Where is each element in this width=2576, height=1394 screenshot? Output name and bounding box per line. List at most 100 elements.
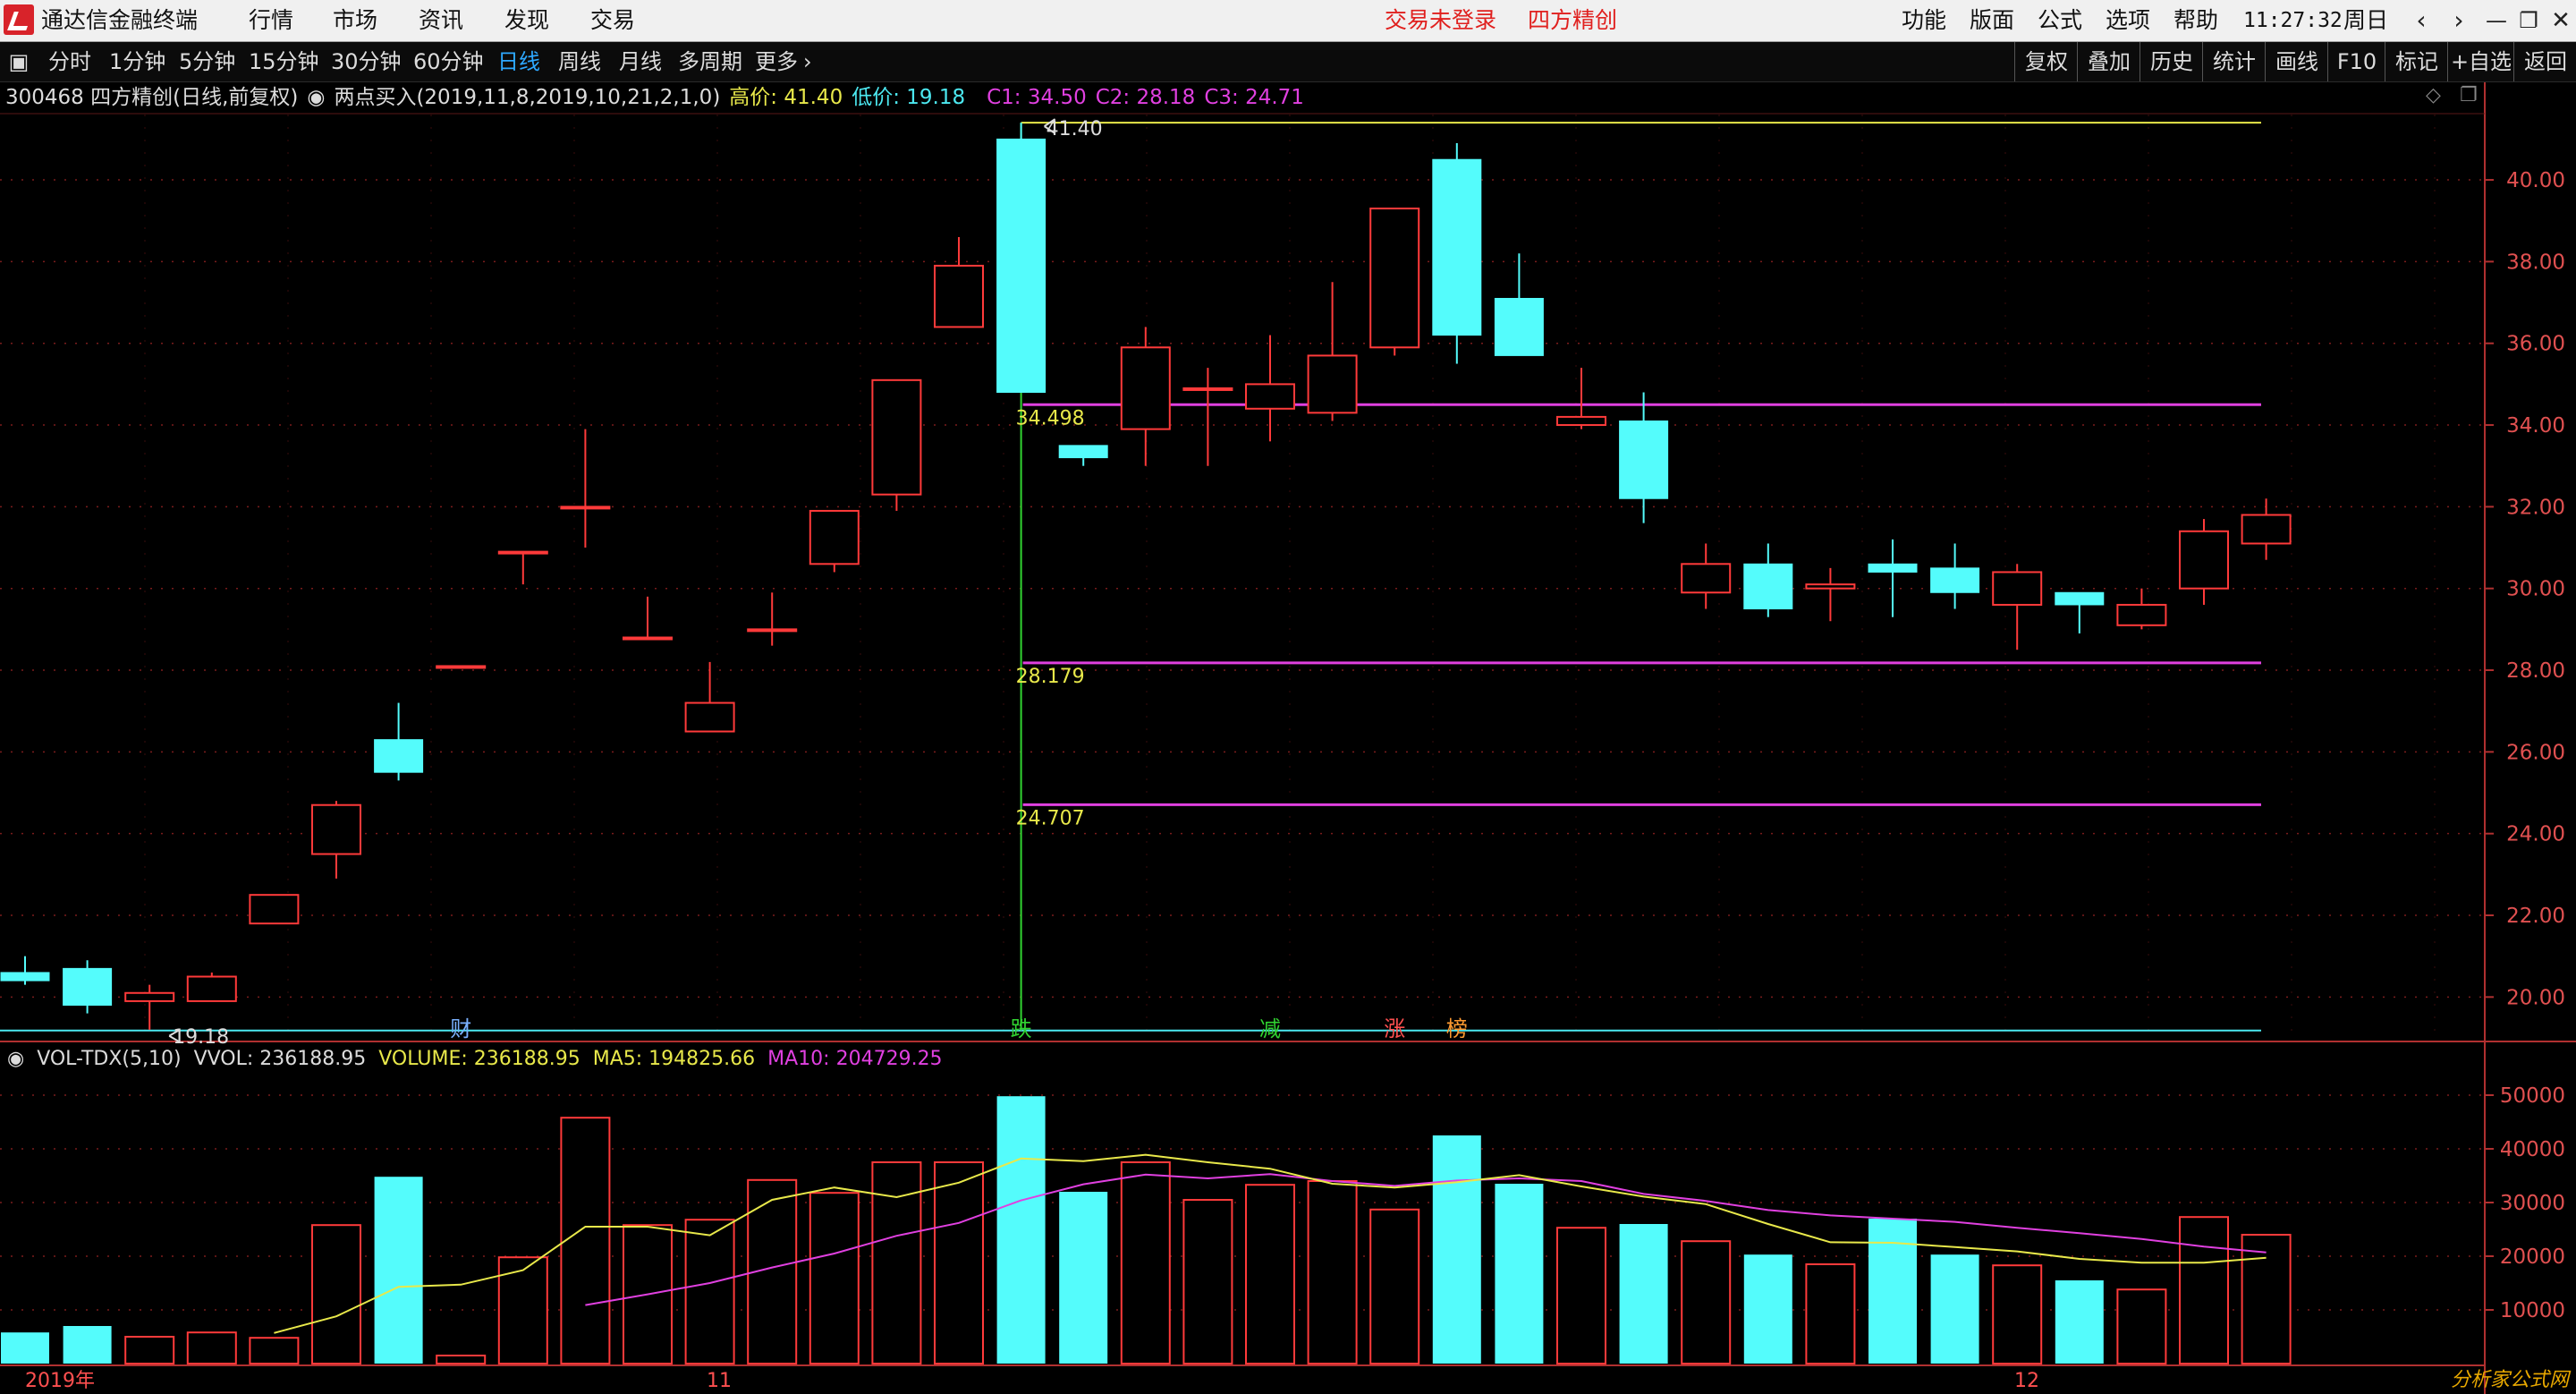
candle: [1058, 445, 1108, 466]
candle: [1307, 282, 1358, 421]
price-tick-label: 36.00: [2506, 333, 2565, 356]
candle-body: [1432, 158, 1482, 336]
candle: [996, 123, 1046, 394]
price-tick-label: 26.00: [2506, 741, 2565, 764]
candle-body: [623, 636, 673, 641]
price-tick-label: 30.00: [2506, 578, 2565, 601]
candle-body: [2241, 514, 2292, 545]
volume-bar: [124, 1336, 175, 1364]
candle-body: [2055, 591, 2105, 606]
candle-body: [436, 665, 487, 669]
candle-body: [1743, 563, 1793, 610]
candle-body: [186, 975, 237, 1002]
volume-bar: [374, 1177, 423, 1364]
level-label-2: 28.179: [1016, 666, 1085, 688]
candle: [1120, 327, 1171, 466]
event-mark-fall[interactable]: 跌: [1011, 1016, 1032, 1041]
candle-body: [1556, 415, 1606, 427]
volume-bar: [2116, 1288, 2167, 1364]
kline-chart[interactable]: 20.00 22.00 24.00 26.00 28.00 30.00 32.00 34.00…: [0, 0, 2576, 1394]
candle-body: [996, 138, 1046, 394]
candle: [1245, 335, 1295, 442]
event-mark-reduce[interactable]: 减: [1259, 1016, 1281, 1041]
candle-body: [560, 506, 611, 510]
candle: [1432, 142, 1482, 364]
volume-bar: [1868, 1219, 1917, 1364]
candle: [186, 972, 237, 1002]
x-label-nov: 11: [707, 1370, 732, 1392]
event-mark-finance[interactable]: 财: [450, 1016, 471, 1041]
volume-bar: [1, 1332, 49, 1364]
volume-bar: [63, 1326, 112, 1364]
volume-bar: [1681, 1240, 1732, 1364]
volume-bar: [1059, 1192, 1108, 1364]
price-tick-label: 40.00: [2506, 169, 2565, 192]
candle: [374, 702, 424, 781]
price-tick-label: 38.00: [2506, 251, 2565, 274]
candle-body: [1992, 571, 2043, 606]
candle-body: [374, 739, 424, 773]
candle: [2055, 591, 2105, 633]
candle-body: [1868, 563, 1918, 573]
candle: [747, 592, 798, 646]
volume-tick-label: 50000: [2500, 1084, 2565, 1108]
x-label-year: 2019年: [25, 1370, 95, 1392]
candle-body: [1058, 445, 1108, 459]
event-mark-list[interactable]: 榜: [1446, 1016, 1468, 1041]
candle: [623, 596, 673, 641]
high-price-marker: 41.40: [1046, 118, 1103, 140]
event-mark-rise[interactable]: 涨: [1384, 1016, 1405, 1041]
candle: [1743, 543, 1793, 617]
volume-bar: [436, 1355, 487, 1364]
candle: [2179, 519, 2229, 605]
volume-bar: [249, 1337, 300, 1364]
candle-body: [311, 803, 361, 855]
volume-bar: [809, 1192, 860, 1364]
candle-body: [809, 509, 860, 565]
candle-body: [1182, 387, 1233, 391]
candle-body: [249, 894, 300, 925]
candle: [560, 429, 611, 548]
volume-bar: [996, 1096, 1046, 1364]
candle-body: [124, 991, 175, 1002]
volume-bar: [1805, 1263, 1856, 1364]
volume-bar: [1182, 1199, 1233, 1364]
candle-body: [1120, 346, 1171, 430]
candle: [934, 236, 984, 328]
volume-bar: [1556, 1227, 1606, 1364]
candle-body: [63, 967, 113, 1006]
candle: [1369, 208, 1420, 356]
volume-bar: [1495, 1184, 1544, 1364]
volume-tick-label: 20000: [2500, 1245, 2565, 1269]
volume-bar: [1432, 1135, 1481, 1364]
volume-bar: [1743, 1254, 1792, 1364]
volume-bar: [2179, 1216, 2229, 1364]
candle-body: [1619, 420, 1669, 499]
candle-body: [1245, 383, 1295, 410]
candle-body: [2179, 530, 2229, 590]
volume-tick-label: 40000: [2500, 1138, 2565, 1161]
price-tick-label: 34.00: [2506, 414, 2565, 438]
candle: [1681, 543, 1732, 609]
volume-tick-label: 30000: [2500, 1192, 2565, 1215]
price-tick-label: 20.00: [2506, 986, 2565, 1009]
candle: [2241, 498, 2292, 560]
volume-bar: [560, 1117, 611, 1364]
price-tick-label: 22.00: [2506, 905, 2565, 928]
low-price-marker: 19.18: [173, 1026, 229, 1049]
candle: [249, 894, 300, 925]
candle-body: [684, 701, 735, 733]
volume-bar: [311, 1224, 361, 1364]
volume-bar: [1930, 1254, 1979, 1364]
candle: [1992, 564, 2043, 650]
volume-bar: [2055, 1280, 2104, 1364]
candle: [1182, 368, 1233, 466]
candle-body: [1307, 354, 1358, 414]
price-tick-label: 28.00: [2506, 659, 2565, 683]
volume-bar: [2241, 1234, 2292, 1364]
volume-bar: [1120, 1161, 1171, 1364]
volume-bar: [684, 1219, 735, 1364]
candle-body: [1494, 297, 1544, 356]
candle: [684, 661, 735, 733]
volume-bar: [1992, 1264, 2043, 1364]
